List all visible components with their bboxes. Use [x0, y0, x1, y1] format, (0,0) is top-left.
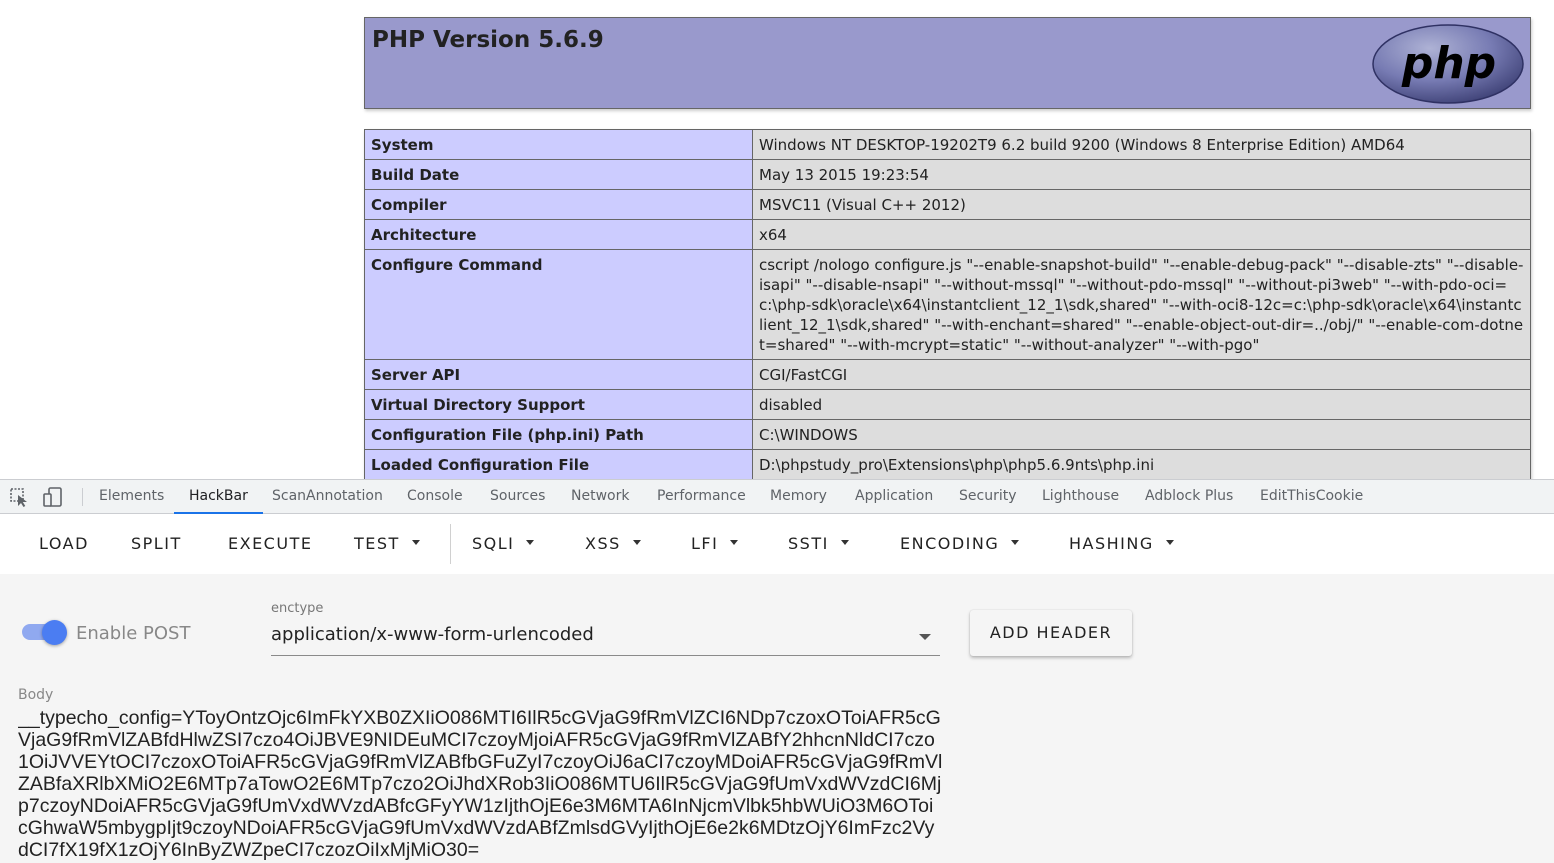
info-value: Windows NT DESKTOP-19202T9 6.2 build 920…	[752, 129, 1531, 160]
devtools-separator	[82, 488, 83, 506]
devtools-tab-performance[interactable]: Performance	[657, 480, 746, 514]
info-key: Configuration File (php.ini) Path	[364, 419, 753, 450]
info-row: Virtual Directory Support disabled	[364, 389, 1531, 420]
phpinfo-page: PHP Version 5.6.9 php System Windows NT D…	[0, 0, 1554, 479]
info-row: Architecture x64	[364, 219, 1531, 250]
info-value: D:\phpstudy_pro\Extensions\php\php5.6.9n…	[752, 449, 1531, 479]
info-key: Virtual Directory Support	[364, 389, 753, 420]
xss-menu-button[interactable]: XSS	[585, 530, 641, 558]
info-value: x64	[752, 219, 1531, 250]
device-toolbar-icon[interactable]	[42, 486, 64, 508]
devtools-tab-editthiscookie[interactable]: EditThisCookie	[1260, 480, 1363, 514]
ssti-menu-label: SSTI	[788, 534, 829, 553]
ssti-menu-button[interactable]: SSTI	[788, 530, 849, 558]
info-row: Configure Command cscript /nologo configu…	[364, 249, 1531, 360]
info-value: May 13 2015 19:23:54	[752, 159, 1531, 190]
php-version-title: PHP Version 5.6.9	[372, 27, 604, 53]
devtools-tab-elements[interactable]: Elements	[99, 480, 164, 514]
chevron-down-icon	[919, 634, 931, 640]
add-header-button[interactable]: ADD HEADER	[970, 610, 1132, 656]
lfi-menu-button[interactable]: LFI	[691, 530, 739, 558]
caret-down-icon	[411, 540, 420, 545]
test-menu-button[interactable]: TEST	[354, 530, 420, 558]
split-button[interactable]: SPLIT	[131, 530, 182, 558]
php-logo-icon: php	[1372, 24, 1524, 104]
info-key: Architecture	[364, 219, 753, 250]
info-value: cscript /nologo configure.js "--enable-s…	[752, 249, 1531, 360]
caret-down-icon	[1165, 540, 1174, 545]
caret-down-icon	[526, 540, 535, 545]
info-value: disabled	[752, 389, 1531, 420]
enable-post-label: Enable POST	[76, 623, 191, 644]
php-version-header: PHP Version 5.6.9 php	[364, 17, 1531, 109]
info-key: Loaded Configuration File	[364, 449, 753, 479]
sqli-menu-button[interactable]: SQLI	[472, 530, 535, 558]
caret-down-icon	[1011, 540, 1020, 545]
caret-down-icon	[840, 540, 849, 545]
encoding-menu-label: ENCODING	[900, 534, 1000, 553]
sqli-menu-label: SQLI	[472, 534, 515, 553]
devtools-tab-console[interactable]: Console	[407, 480, 463, 514]
devtools-tab-security[interactable]: Security	[959, 480, 1017, 514]
info-key: Build Date	[364, 159, 753, 190]
load-button-label: LOAD	[39, 534, 89, 553]
test-menu-label: TEST	[354, 534, 400, 553]
body-label: Body	[18, 687, 54, 703]
hackbar-toolbar: LOAD SPLIT EXECUTE TEST SQLI XSS LFI SST…	[0, 514, 1554, 574]
encoding-menu-button[interactable]: ENCODING	[900, 530, 1020, 558]
toolbar-divider	[450, 524, 451, 564]
php-logo-text: php	[1401, 38, 1496, 89]
body-textarea[interactable]: __typecho_config=YToyOntzOjc6ImFkYXB0ZXI…	[18, 707, 943, 863]
xss-menu-label: XSS	[585, 534, 621, 553]
devtools-tab-adblock-plus[interactable]: Adblock Plus	[1145, 480, 1233, 514]
info-row: Compiler MSVC11 (Visual C++ 2012)	[364, 189, 1531, 220]
info-key: Configure Command	[364, 249, 753, 360]
devtools-tab-memory[interactable]: Memory	[770, 480, 827, 514]
enable-post-toggle-thumb[interactable]	[42, 620, 67, 645]
hashing-menu-label: HASHING	[1069, 534, 1154, 553]
info-row: Build Date May 13 2015 19:23:54	[364, 159, 1531, 190]
enctype-value: application/x-www-form-urlencoded	[271, 624, 594, 645]
hashing-menu-button[interactable]: HASHING	[1069, 530, 1174, 558]
inspect-element-icon[interactable]	[8, 486, 30, 508]
enctype-select[interactable]: application/x-www-form-urlencoded	[271, 622, 940, 656]
lfi-menu-label: LFI	[691, 534, 719, 553]
execute-button-label: EXECUTE	[228, 534, 313, 553]
devtools-panel: Elements HackBar ScanAnnotation Console …	[0, 479, 1554, 863]
info-key: Compiler	[364, 189, 753, 220]
devtools-tab-hackbar[interactable]: HackBar	[174, 480, 263, 514]
caret-down-icon	[632, 540, 641, 545]
info-row: Server API CGI/FastCGI	[364, 359, 1531, 390]
devtools-tab-bar: Elements HackBar ScanAnnotation Console …	[0, 480, 1554, 514]
enctype-label: enctype	[271, 601, 324, 616]
split-button-label: SPLIT	[131, 534, 182, 553]
devtools-tab-application[interactable]: Application	[855, 480, 933, 514]
load-button[interactable]: LOAD	[39, 530, 89, 558]
info-value: CGI/FastCGI	[752, 359, 1531, 390]
info-key: System	[364, 129, 753, 160]
info-value: MSVC11 (Visual C++ 2012)	[752, 189, 1531, 220]
info-row: System Windows NT DESKTOP-19202T9 6.2 bui…	[364, 129, 1531, 160]
execute-button[interactable]: EXECUTE	[228, 530, 312, 558]
devtools-tab-network[interactable]: Network	[571, 480, 629, 514]
info-key: Server API	[364, 359, 753, 390]
info-row: Loaded Configuration File D:\phpstudy_pro…	[364, 449, 1531, 479]
devtools-tab-scanannotation[interactable]: ScanAnnotation	[272, 480, 383, 514]
caret-down-icon	[730, 540, 739, 545]
devtools-tab-lighthouse[interactable]: Lighthouse	[1042, 480, 1119, 514]
info-row: Configuration File (php.ini) Path C:\WIND…	[364, 419, 1531, 450]
devtools-tab-sources[interactable]: Sources	[490, 480, 545, 514]
hackbar-body: Enable POST enctype application/x-www-fo…	[0, 574, 1554, 863]
php-info-table: System Windows NT DESKTOP-19202T9 6.2 bui…	[364, 129, 1531, 479]
info-value: C:\WINDOWS	[752, 419, 1531, 450]
